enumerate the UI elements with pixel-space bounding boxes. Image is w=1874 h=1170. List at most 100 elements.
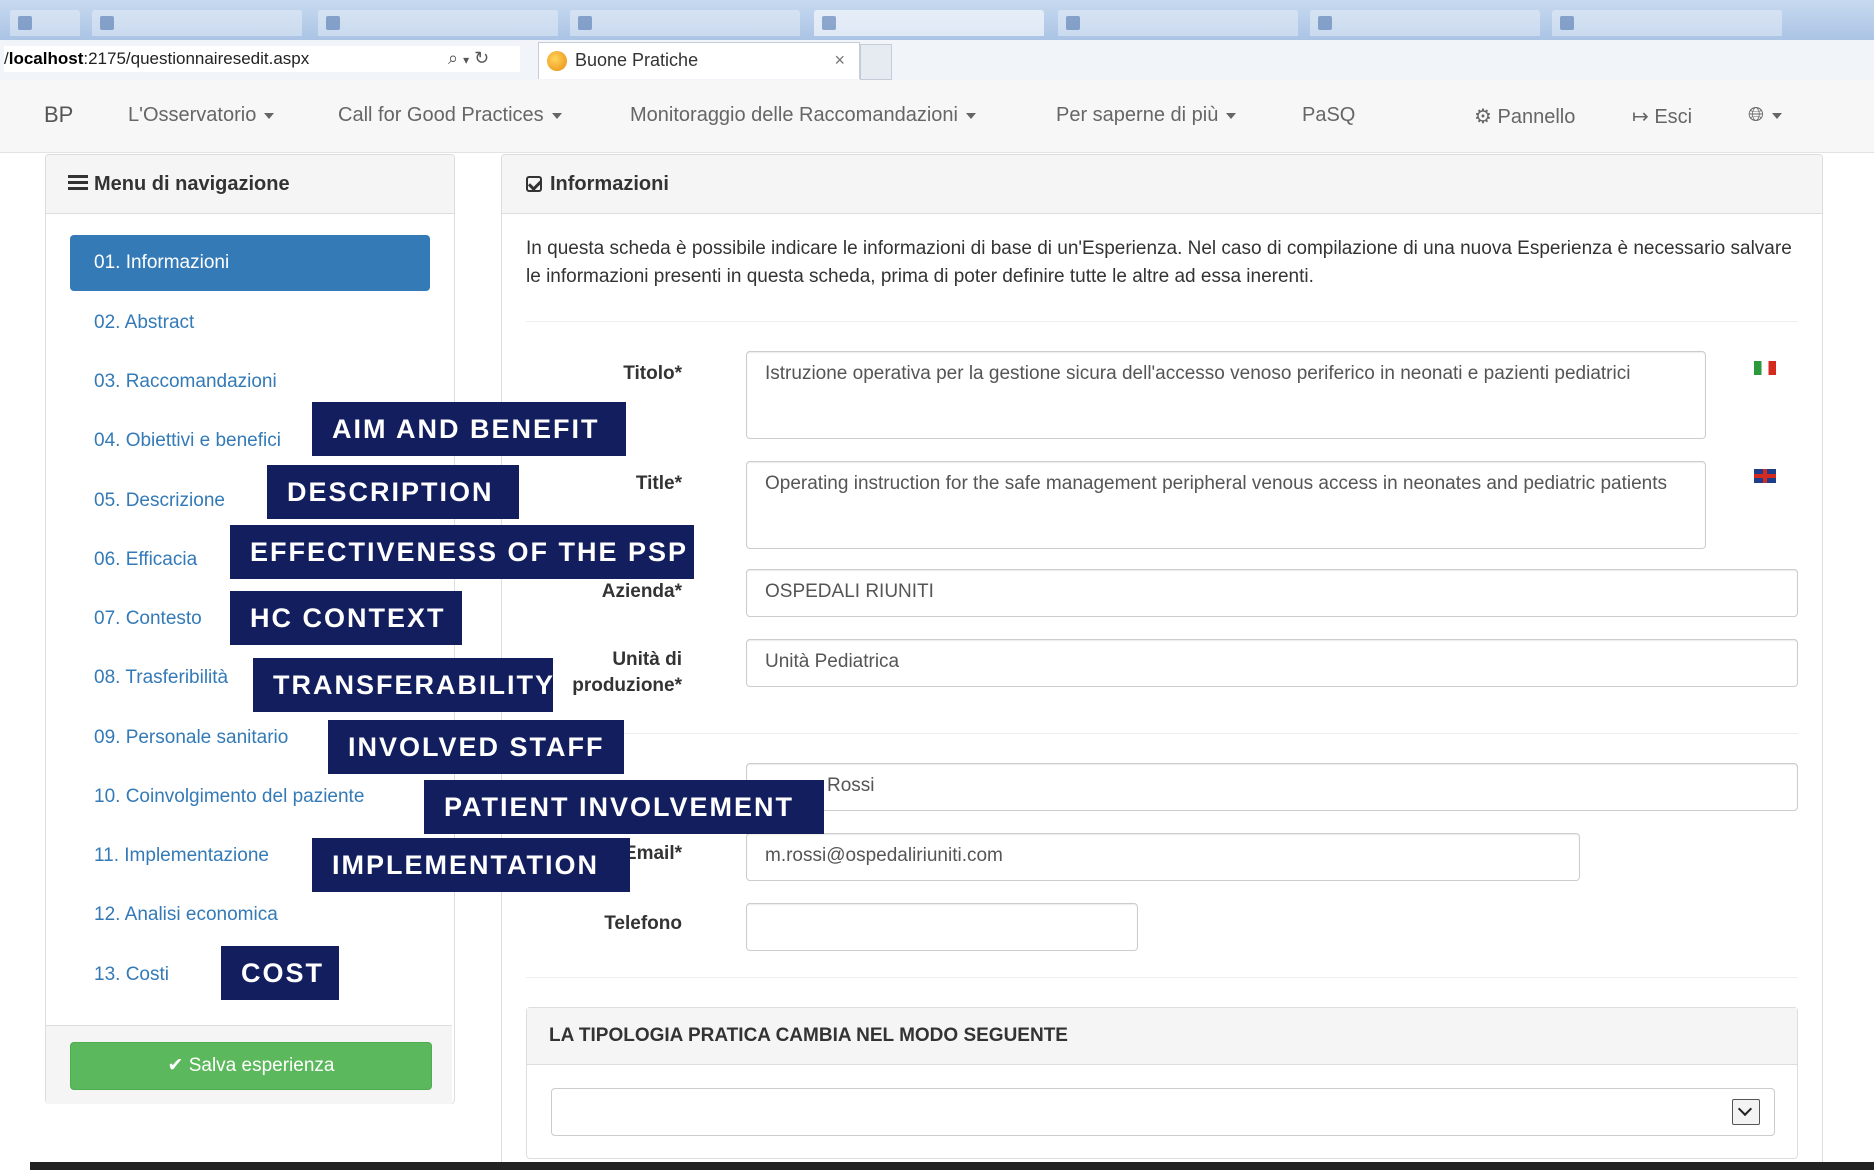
check-square-icon <box>526 176 542 192</box>
tipologia-select[interactable] <box>551 1088 1775 1136</box>
tab-favicon-icon <box>1066 16 1080 30</box>
tab-favicon-icon <box>1318 16 1332 30</box>
overlay-cost: COST <box>221 946 339 1000</box>
url-host: localhost <box>8 49 84 68</box>
menu-item-analisi[interactable]: 12. Analisi economica <box>70 887 430 943</box>
new-tab-button[interactable] <box>860 44 892 80</box>
address-bar[interactable]: /localhost:2175/questionnairesedit.aspx <box>4 46 520 72</box>
ie-favicon-icon <box>547 51 567 71</box>
nav-per-saperne[interactable]: Per saperne di più <box>1056 104 1237 127</box>
browser-tab[interactable] <box>318 10 558 36</box>
title-label: Title* <box>635 473 682 494</box>
nav-language[interactable]: 🌐︎ <box>1748 104 1782 127</box>
save-label: Salva esperienza <box>188 1055 335 1076</box>
overlay-patient-involvement: PATIENT INVOLVEMENT <box>424 780 824 834</box>
telefono-field[interactable] <box>746 903 1138 951</box>
navigation-panel-footer: ✔ Salva esperienza <box>46 1025 452 1104</box>
browser-tab[interactable] <box>92 10 302 36</box>
active-browser-tab[interactable]: Buone Pratiche × <box>538 42 860 79</box>
browser-tab-strip <box>0 0 1874 44</box>
caret-down-icon <box>551 112 562 119</box>
menu-item-informazioni[interactable]: 01. Informazioni <box>70 235 430 291</box>
app-navbar: BP L'Osservatorio Call for Good Practice… <box>0 80 1874 153</box>
uk-flag-icon <box>1754 469 1776 483</box>
azienda-field[interactable]: OSPEDALI RIUNITI <box>746 569 1798 617</box>
titolo-field[interactable]: Istruzione operativa per la gestione sic… <box>746 351 1706 439</box>
tab-favicon-icon <box>1560 16 1574 30</box>
tab-title: Buone Pratiche <box>575 50 699 70</box>
divider <box>526 321 1798 322</box>
dropdown-arrow-icon[interactable]: ▾ <box>463 53 469 67</box>
panel-title: Informazioni <box>550 173 669 195</box>
browser-tab[interactable] <box>570 10 800 36</box>
tab-close-icon[interactable]: × <box>834 43 845 77</box>
tipologia-header: LA TIPOLOGIA PRATICA CAMBIA NEL MODO SEG… <box>527 1008 1797 1065</box>
unita-field[interactable]: Unità Pediatrica <box>746 639 1798 687</box>
browser-tab[interactable] <box>10 10 80 36</box>
overlay-description: DESCRIPTION <box>267 465 519 519</box>
logout-icon: ↦ <box>1632 106 1649 128</box>
italian-flag-icon <box>1754 361 1776 375</box>
menu-item-abstract[interactable]: 02. Abstract <box>70 295 430 351</box>
browser-tab[interactable] <box>814 10 1044 36</box>
nav-label: Call for Good Practices <box>338 104 544 126</box>
overlay-hc-context: HC CONTEXT <box>230 591 462 645</box>
nav-label: Esci <box>1654 106 1693 128</box>
tab-favicon-icon <box>326 16 340 30</box>
address-tools: ⌕ ▾ ↻ <box>448 48 489 69</box>
azienda-label: Azienda* <box>601 581 682 602</box>
caret-down-icon <box>965 112 976 119</box>
informazioni-panel: Informazioni In questa scheda è possibil… <box>501 154 1823 1166</box>
telefono-label: Telefono <box>604 913 682 934</box>
overlay-effectiveness: EFFECTIVENESS OF THE PSP <box>230 525 694 579</box>
name-field[interactable]: Rossi <box>746 763 1798 811</box>
navigation-title: Menu di navigazione <box>94 173 290 195</box>
refresh-icon[interactable]: ↻ <box>474 48 489 68</box>
tipologia-panel: LA TIPOLOGIA PRATICA CAMBIA NEL MODO SEG… <box>526 1007 1798 1159</box>
nav-label: L'Osservatorio <box>128 104 257 126</box>
save-experience-button[interactable]: ✔ Salva esperienza <box>70 1042 432 1090</box>
caret-down-icon <box>1226 112 1237 119</box>
divider <box>526 977 1798 978</box>
nav-osservatorio[interactable]: L'Osservatorio <box>128 104 275 127</box>
nav-pannello[interactable]: ⚙ Pannello <box>1474 104 1575 129</box>
caret-down-icon <box>264 112 275 119</box>
checkmark-icon: ✔ <box>167 1055 184 1076</box>
title-field[interactable]: Operating instruction for the safe manag… <box>746 461 1706 549</box>
browser-tab[interactable] <box>1058 10 1298 36</box>
nav-label: Monitoraggio delle Raccomandazioni <box>630 104 958 126</box>
bottom-edge <box>30 1162 1874 1170</box>
nav-label: Per saperne di più <box>1056 104 1219 126</box>
nav-pasq[interactable]: PaSQ <box>1302 104 1355 127</box>
brand-logo[interactable]: BP <box>44 102 73 128</box>
browser-tab[interactable] <box>1310 10 1540 36</box>
list-icon <box>68 175 88 191</box>
nav-monitoraggio[interactable]: Monitoraggio delle Raccomandazioni <box>630 104 976 127</box>
search-icon[interactable]: ⌕ <box>448 48 458 68</box>
caret-down-icon <box>1772 112 1782 119</box>
browser-tab[interactable] <box>1552 10 1782 36</box>
tab-favicon-icon <box>100 16 114 30</box>
globe-icon: 🌐︎ <box>1748 104 1764 126</box>
informazioni-header: Informazioni <box>502 155 1822 214</box>
overlay-implementation: IMPLEMENTATION <box>312 838 630 892</box>
nav-esci[interactable]: ↦ Esci <box>1632 104 1692 129</box>
url-path: :2175/questionnairesedit.aspx <box>83 49 310 68</box>
gear-icon: ⚙ <box>1474 106 1492 128</box>
tab-favicon-icon <box>18 16 32 30</box>
titolo-label: Titolo* <box>623 363 682 384</box>
menu-item-coinvolgimento[interactable]: 10. Coinvolgimento del paziente <box>70 769 430 825</box>
overlay-transferability: TRANSFERABILITY <box>253 658 553 712</box>
email-field[interactable]: m.rossi@ospedaliriuniti.com <box>746 833 1580 881</box>
overlay-involved-staff: INVOLVED STAFF <box>328 720 624 774</box>
divider <box>526 733 1798 734</box>
tab-favicon-icon <box>578 16 592 30</box>
nav-label: PaSQ <box>1302 104 1356 126</box>
nav-label: Pannello <box>1497 106 1576 128</box>
navigation-panel-header: Menu di navigazione <box>46 155 454 214</box>
intro-text: In questa scheda è possibile indicare le… <box>526 238 1792 287</box>
chevron-down-icon[interactable] <box>1732 1099 1760 1125</box>
tab-favicon-icon <box>822 16 836 30</box>
overlay-aim-and-benefit: AIM AND BENEFIT <box>312 402 626 456</box>
nav-call-for-good-practices[interactable]: Call for Good Practices <box>338 104 562 127</box>
